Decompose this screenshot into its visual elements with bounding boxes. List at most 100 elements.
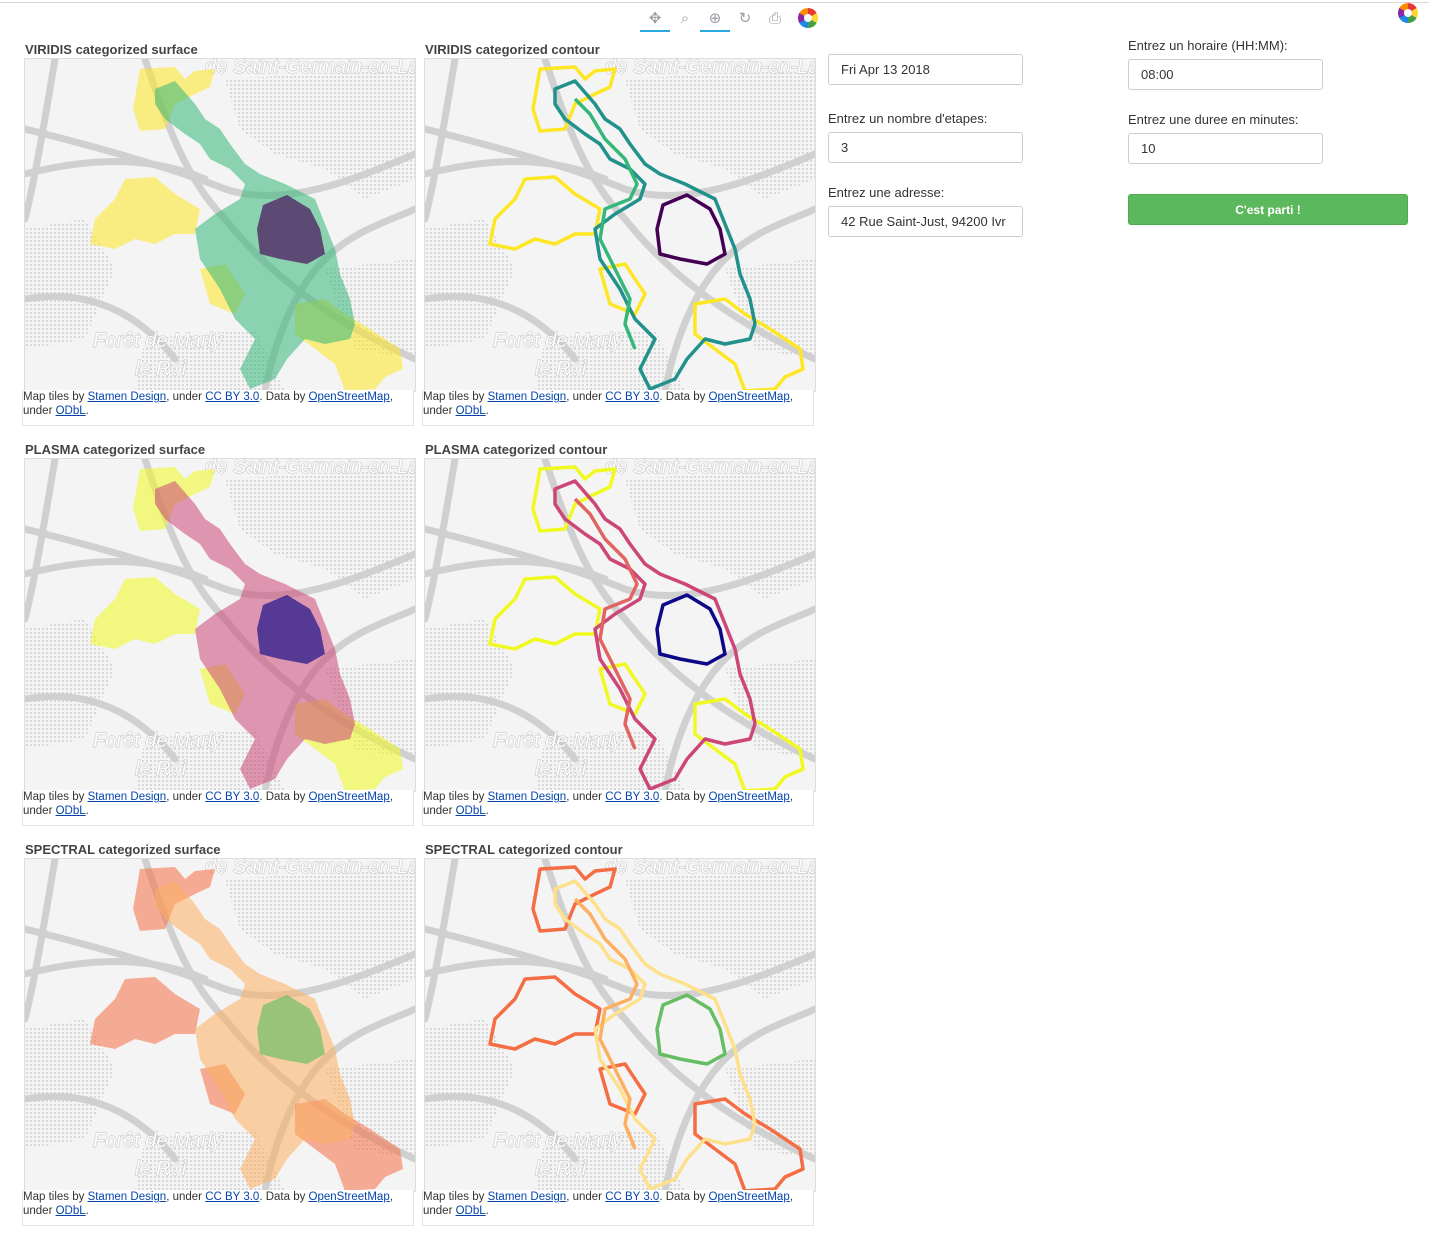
attribution-text: , under (166, 791, 206, 803)
map-place-label: de Saint-Germain-en-Lay (205, 59, 415, 78)
map-place-label: de Saint-Germain-en-Lay (605, 459, 815, 478)
stamen-link[interactable]: Stamen Design (488, 391, 567, 403)
stamen-link[interactable]: Stamen Design (488, 791, 567, 803)
stamen-link[interactable]: Stamen Design (88, 791, 167, 803)
map-forest-label: le Roi (135, 358, 187, 380)
attribution-text: Map tiles by (423, 391, 488, 403)
attribution-text: Map tiles by (23, 1191, 88, 1203)
attribution-text: , under (566, 1191, 606, 1203)
reset-tool-icon[interactable]: ↻ (730, 6, 760, 30)
app-logo-icon (1398, 3, 1418, 23)
map-canvas[interactable]: de Saint-Germain-en-Lay Forêt de Marly le … (424, 58, 816, 392)
map-place-label: de Saint-Germain-en-Lay (205, 459, 415, 478)
odbl-link[interactable]: ODbL (456, 405, 486, 417)
steps-label: Entrez un nombre d'etapes: (828, 111, 988, 126)
map-place-label: de Saint-Germain-en-Lay (205, 859, 415, 878)
cc-by-link[interactable]: CC BY 3.0 (605, 391, 659, 403)
map-panel: SPECTRAL categorized contour de Saint-Ger… (422, 842, 816, 1228)
address-input[interactable] (828, 206, 1023, 237)
map-panel-title: PLASMA categorized contour (425, 442, 608, 457)
attribution-text: , under (166, 391, 206, 403)
cc-by-link[interactable]: CC BY 3.0 (205, 1191, 259, 1203)
cc-by-link[interactable]: CC BY 3.0 (205, 391, 259, 403)
attribution-text: , under (166, 1191, 206, 1203)
map-canvas[interactable]: de Saint-Germain-en-Lay Forêt de Marly le … (24, 58, 416, 392)
attribution-text: . Data by (659, 791, 709, 803)
map-panel: PLASMA categorized contour de Saint-Germa… (422, 442, 816, 828)
attribution-text: . (485, 805, 489, 817)
map-forest-label: le Roi (535, 1158, 587, 1180)
pan-tool-icon[interactable]: ✥ (640, 6, 670, 32)
cc-by-link[interactable]: CC BY 3.0 (605, 791, 659, 803)
map-panel-title: SPECTRAL categorized surface (25, 842, 221, 857)
map-panel: PLASMA categorized surface de Saint-Germa… (22, 442, 416, 828)
address-label: Entrez une adresse: (828, 185, 945, 200)
map-forest-label: Forêt de Marly (493, 730, 623, 752)
attribution-text: . Data by (259, 791, 309, 803)
map-attribution: Map tiles by Stamen Design, under CC BY … (422, 790, 814, 826)
box-zoom-tool-icon[interactable]: ⌕ (670, 6, 700, 30)
bokeh-logo-icon[interactable] (798, 8, 818, 28)
map-attribution: Map tiles by Stamen Design, under CC BY … (422, 1190, 814, 1226)
time-input[interactable] (1128, 59, 1323, 90)
openstreetmap-link[interactable]: OpenStreetMap (309, 1191, 390, 1203)
map-forest-label: Forêt de Marly (93, 330, 223, 352)
map-canvas[interactable]: de Saint-Germain-en-Lay Forêt de Marly le … (24, 858, 416, 1192)
map-canvas[interactable]: de Saint-Germain-en-Lay Forêt de Marly le … (424, 458, 816, 792)
map-attribution: Map tiles by Stamen Design, under CC BY … (22, 390, 414, 426)
map-attribution: Map tiles by Stamen Design, under CC BY … (422, 390, 814, 426)
map-attribution: Map tiles by Stamen Design, under CC BY … (22, 1190, 414, 1226)
openstreetmap-link[interactable]: OpenStreetMap (709, 391, 790, 403)
attribution-text: . (85, 1205, 89, 1217)
attribution-text: Map tiles by (423, 791, 488, 803)
openstreetmap-link[interactable]: OpenStreetMap (309, 391, 390, 403)
map-panel: VIRIDIS categorized contour de Saint-Germ… (422, 42, 816, 428)
map-panel-title: VIRIDIS categorized contour (425, 42, 600, 57)
map-forest-label: Forêt de Marly (93, 730, 223, 752)
attribution-text: Map tiles by (23, 791, 88, 803)
openstreetmap-link[interactable]: OpenStreetMap (309, 791, 390, 803)
date-input[interactable] (828, 54, 1023, 85)
cc-by-link[interactable]: CC BY 3.0 (605, 1191, 659, 1203)
top-divider (0, 2, 1429, 3)
map-panel: VIRIDIS categorized surface de Saint-Germ… (22, 42, 416, 428)
submit-button[interactable]: C'est parti ! (1128, 194, 1408, 225)
attribution-text: , under (566, 391, 606, 403)
map-forest-label: le Roi (535, 358, 587, 380)
form-left-column: Entrez un nombre d'etapes: Entrez une ad… (828, 54, 1023, 237)
attribution-text: . Data by (659, 1191, 709, 1203)
map-forest-label: Forêt de Marly (493, 1130, 623, 1152)
openstreetmap-link[interactable]: OpenStreetMap (709, 791, 790, 803)
attribution-text: . Data by (659, 391, 709, 403)
stamen-link[interactable]: Stamen Design (88, 1191, 167, 1203)
attribution-text: . (485, 1205, 489, 1217)
attribution-text: . Data by (259, 391, 309, 403)
odbl-link[interactable]: ODbL (56, 1205, 86, 1217)
stamen-link[interactable]: Stamen Design (488, 1191, 567, 1203)
openstreetmap-link[interactable]: OpenStreetMap (709, 1191, 790, 1203)
form-right-column: Entrez un horaire (HH:MM): Entrez une du… (1128, 38, 1323, 164)
map-forest-label: Forêt de Marly (93, 1130, 223, 1152)
wheel-zoom-tool-icon[interactable]: ⊕ (700, 6, 730, 32)
steps-input[interactable] (828, 132, 1023, 163)
odbl-link[interactable]: ODbL (56, 805, 86, 817)
map-forest-label: le Roi (135, 1158, 187, 1180)
map-place-label: de Saint-Germain-en-Lay (605, 59, 815, 78)
map-forest-label: Forêt de Marly (493, 330, 623, 352)
odbl-link[interactable]: ODbL (456, 1205, 486, 1217)
attribution-text: , under (566, 791, 606, 803)
plot-toolbar: ✥ ⌕ ⊕ ↻ ⎙ (640, 6, 790, 34)
odbl-link[interactable]: ODbL (56, 405, 86, 417)
duration-label: Entrez une duree en minutes: (1128, 112, 1299, 127)
map-forest-label: le Roi (535, 758, 587, 780)
odbl-link[interactable]: ODbL (456, 805, 486, 817)
save-tool-icon[interactable]: ⎙ (760, 6, 790, 30)
map-attribution: Map tiles by Stamen Design, under CC BY … (22, 790, 414, 826)
cc-by-link[interactable]: CC BY 3.0 (205, 791, 259, 803)
map-canvas[interactable]: de Saint-Germain-en-Lay Forêt de Marly le … (24, 458, 416, 792)
map-canvas[interactable]: de Saint-Germain-en-Lay Forêt de Marly le … (424, 858, 816, 1192)
duration-input[interactable] (1128, 133, 1323, 164)
map-panel-title: VIRIDIS categorized surface (25, 42, 198, 57)
time-label: Entrez un horaire (HH:MM): (1128, 38, 1288, 53)
stamen-link[interactable]: Stamen Design (88, 391, 167, 403)
